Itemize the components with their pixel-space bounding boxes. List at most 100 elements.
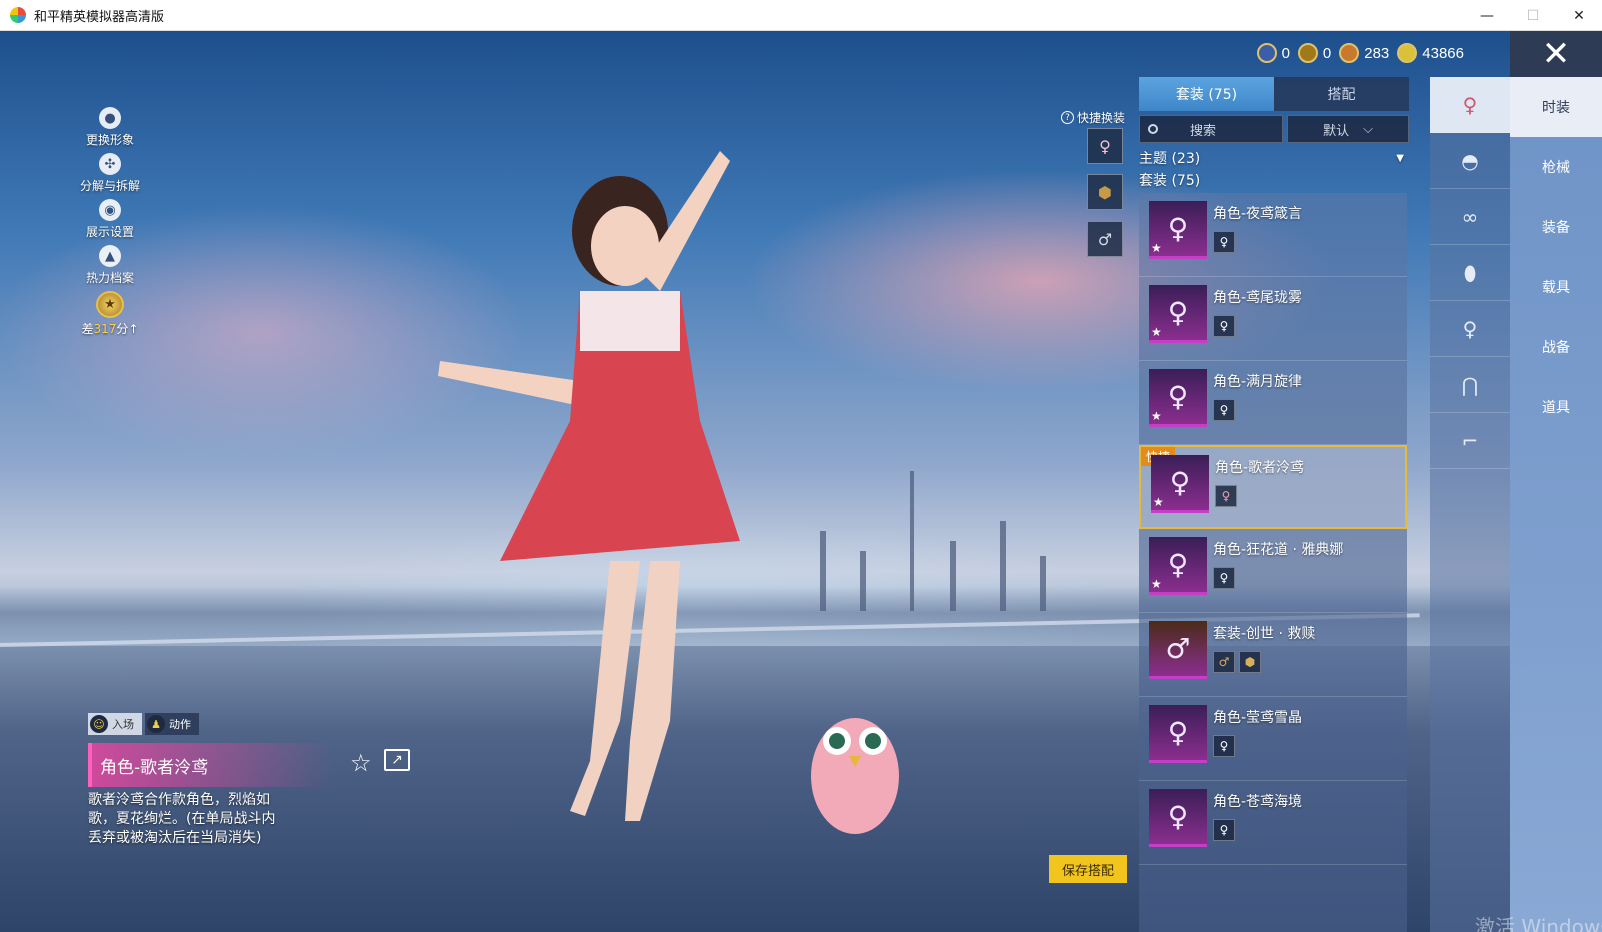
outfit-thumbnail: ♀ (1149, 705, 1207, 763)
variant-thumb[interactable]: ♀ (1213, 399, 1235, 421)
quick-slot-outfit[interactable]: ♀ (1087, 128, 1123, 164)
variant-thumb[interactable]: ♀ (1213, 315, 1235, 337)
category-outfit[interactable]: ♀ (1430, 77, 1510, 133)
tab-weapons[interactable]: 枪械 (1510, 137, 1602, 197)
outfit-thumbnail: ♀ (1149, 789, 1207, 847)
emblem-coin-icon (1297, 43, 1318, 63)
glasses-icon: ∞ (1461, 204, 1479, 229)
search-icon (1148, 124, 1158, 134)
variant-thumb[interactable]: ♀ (1213, 735, 1235, 757)
currency-1: 0 (1256, 43, 1290, 63)
outfit-thumbnail: ♀ ★ (1149, 537, 1207, 595)
variant-thumb[interactable]: ♀ (1213, 231, 1235, 253)
display-settings-button[interactable]: ◉ 展示设置 (78, 199, 142, 245)
share-icon[interactable]: ↗ (384, 749, 410, 771)
category-pants[interactable]: ⋂ (1430, 357, 1510, 413)
list-item[interactable]: ♀ ★ 角色-鸢尾珑雾 ♀ (1139, 277, 1407, 361)
sort-dropdown[interactable]: 默认 ⌵ (1287, 115, 1409, 143)
list-item-selected[interactable]: 快捷 ♀★ 角色-歌者泠鸢 ♀ (1139, 445, 1407, 529)
close-panel-button[interactable]: ✕ (1510, 31, 1602, 77)
outfit-thumbnail: ♀ ★ (1149, 369, 1207, 427)
change-appearance-button[interactable]: ● 更换形象 (78, 107, 142, 153)
category-column: ♀ ◓ ∞ ⬮ ♀ ⋂ ⌐ (1430, 77, 1510, 932)
left-menu: ● 更换形象 ✣ 分解与拆解 ◉ 展示设置 ▲ 热力档案 ★ 差317分↑ (78, 107, 142, 337)
list-item[interactable]: ♀ 角色-莹鸢雪晶 ♀ (1139, 697, 1407, 781)
outfit-icon: ♀ (1462, 92, 1478, 117)
category-glasses[interactable]: ∞ (1430, 189, 1510, 245)
list-item[interactable]: ♀ 角色-苍鸢海境 ♀ (1139, 781, 1407, 865)
theme-group-row[interactable]: 主题 (23) ▼ (1139, 147, 1404, 169)
star-icon: ★ (1153, 495, 1164, 509)
rank-badge-icon: ★ (96, 291, 124, 318)
bronze-coin-icon (1339, 43, 1360, 63)
quick-slot-pair[interactable]: ♂ (1087, 221, 1123, 257)
skyline-tower (910, 471, 914, 611)
category-top[interactable]: ♀ (1430, 301, 1510, 357)
rank-badge-button[interactable]: ★ 差317分↑ (78, 291, 142, 337)
mode-action[interactable]: ♟ 动作 (145, 713, 199, 735)
list-item[interactable]: ♀ ★ 角色-夜鸢箴言 ♀ (1139, 193, 1407, 277)
tab-combos[interactable]: 搭配 (1274, 77, 1409, 111)
category-shoes[interactable]: ⌐ (1430, 413, 1510, 469)
currency-4: 43866 (1397, 43, 1464, 63)
panel-filters: 搜索 默认 ⌵ (1139, 115, 1409, 143)
tab-vehicles[interactable]: 载具 (1510, 257, 1602, 317)
star-icon: ★ (1151, 325, 1162, 339)
window-titlebar: 和平精英模拟器高清版 — ☐ ✕ (0, 0, 1602, 31)
mask-icon: ⬮ (1463, 260, 1477, 285)
window-controls: — ☐ ✕ (1464, 0, 1602, 31)
variant-thumb[interactable]: ♂ (1213, 651, 1235, 673)
save-combo-button[interactable]: 保存搭配 (1049, 855, 1127, 883)
decompose-button[interactable]: ✣ 分解与拆解 (78, 153, 142, 199)
person-icon: ♟ (147, 715, 165, 733)
category-hat[interactable]: ◓ (1430, 133, 1510, 189)
tab-battle-prep[interactable]: 战备 (1510, 317, 1602, 377)
outfit-group-row: 套装 (75) (1139, 173, 1201, 189)
quick-slot-badge[interactable]: ⬢ (1087, 174, 1123, 210)
skyline-building (1040, 556, 1046, 611)
skyline-building (820, 531, 826, 611)
game-viewport: ● 更换形象 ✣ 分解与拆解 ◉ 展示设置 ▲ 热力档案 ★ 差317分↑ 0 … (0, 31, 1602, 932)
person-icon: ● (99, 107, 121, 129)
tab-items[interactable]: 道具 (1510, 377, 1602, 437)
shoes-icon: ⌐ (1461, 428, 1479, 453)
heat-profile-button[interactable]: ▲ 热力档案 (78, 245, 142, 291)
favorite-star-icon[interactable]: ☆ (350, 749, 372, 777)
list-item[interactable]: ♀ ★ 角色-狂花道 · 雅典娜 ♀ (1139, 529, 1407, 613)
animation-mode-toggle: ☺ 入场 ♟ 动作 (88, 713, 199, 735)
outfit-thumbnail: ♀ ★ (1149, 285, 1207, 343)
maximize-button[interactable]: ☐ (1510, 0, 1556, 31)
help-icon[interactable]: ? (1061, 111, 1074, 124)
mode-entrance[interactable]: ☺ 入场 (88, 713, 142, 735)
variant-thumb[interactable]: ♀ (1213, 567, 1235, 589)
globe-coin-icon (1256, 43, 1277, 63)
variant-thumb[interactable]: ♀ (1215, 485, 1237, 507)
variant-thumb[interactable]: ♀ (1213, 819, 1235, 841)
list-item[interactable]: ♂ 套装-创世 · 救赎 ♂ ⬢ (1139, 613, 1407, 697)
outfit-thumbnail: ♀ ★ (1149, 201, 1207, 259)
character-model (438, 151, 740, 821)
tab-fashion[interactable]: 时装 (1510, 77, 1602, 137)
outfit-thumbnail: ♀ ★ (1151, 455, 1209, 513)
tab-equipment[interactable]: 装备 (1510, 197, 1602, 257)
panel-tabs: 套装 (75) 搭配 (1139, 77, 1409, 111)
app-icon (10, 7, 26, 23)
tab-outfits[interactable]: 套装 (75) (1139, 77, 1274, 111)
pet-bird (811, 718, 899, 834)
skyline-building (950, 541, 956, 611)
window-close-button[interactable]: ✕ (1556, 0, 1602, 31)
quick-swap-label: ? 快捷换装 (1061, 109, 1125, 126)
skyline-building (1000, 521, 1006, 611)
variant-thumb[interactable]: ⬢ (1239, 651, 1261, 673)
currency-3: 283 (1339, 43, 1389, 63)
skyline-building (860, 551, 866, 611)
rank-gap-text: 差317分↑ (81, 322, 139, 336)
search-input[interactable]: 搜索 (1139, 115, 1283, 143)
minimize-button[interactable]: — (1464, 0, 1510, 31)
star-icon: ★ (1151, 241, 1162, 255)
category-mask[interactable]: ⬮ (1430, 245, 1510, 301)
top-icon: ♀ (1462, 316, 1478, 341)
list-item[interactable]: ♀ ★ 角色-满月旋律 ♀ (1139, 361, 1407, 445)
triangle-down-icon: ▼ (1396, 152, 1404, 164)
character-sleeves (580, 291, 680, 351)
